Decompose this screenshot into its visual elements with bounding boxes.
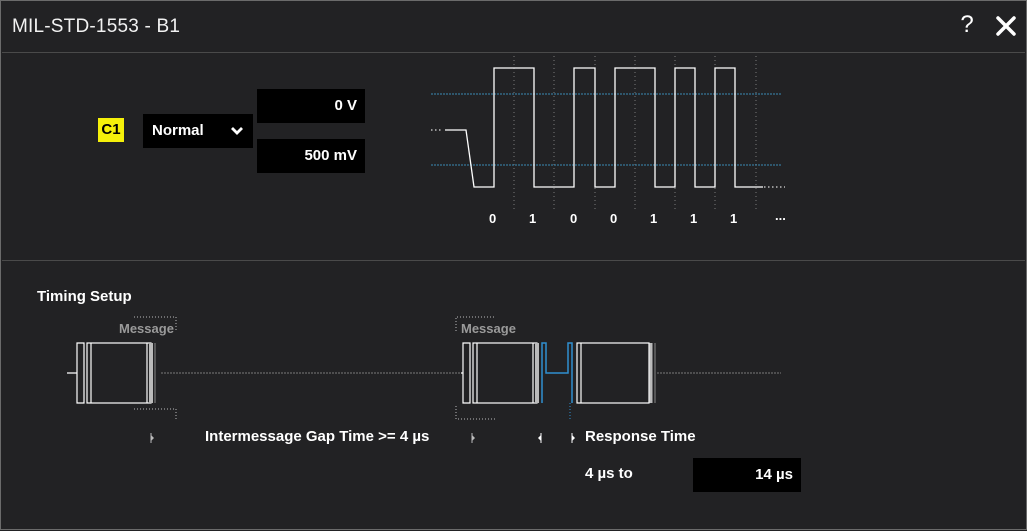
intermessage-gap-label: Intermessage Gap Time >= 4 µs: [205, 428, 430, 445]
dialog-window: MIL-STD-1553 - B1 ? C1 Normal 0 V 500 mV: [0, 0, 1027, 530]
message-label-2: Message: [461, 321, 516, 336]
message-label-1: Message: [119, 321, 174, 336]
response-time-label: Response Time: [585, 428, 696, 445]
response-time-from: 4 µs to: [585, 465, 633, 482]
timing-diagram: [67, 316, 781, 443]
response-time-max-value: 14 µs: [755, 466, 793, 483]
response-time-max-field[interactable]: 14 µs: [693, 458, 801, 492]
